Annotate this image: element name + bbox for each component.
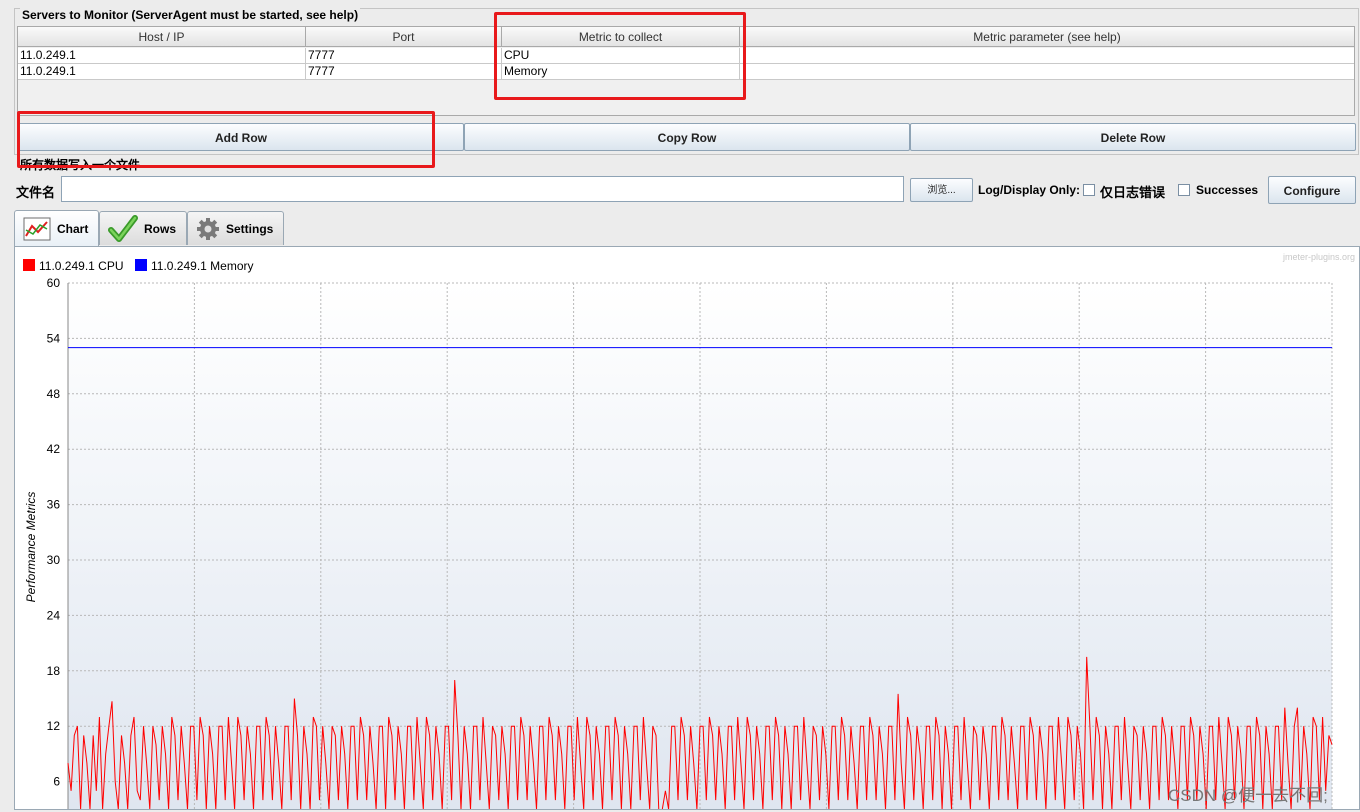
log-display-only-label: Log/Display Only: xyxy=(978,183,1081,197)
filename-input[interactable] xyxy=(61,176,904,202)
errors-only-checkbox[interactable] xyxy=(1083,184,1095,196)
cell-port[interactable]: 7777 xyxy=(306,48,502,63)
cell-metric-parameter[interactable] xyxy=(740,48,1354,63)
cell-host[interactable]: 11.0.249.1 xyxy=(18,64,306,79)
performance-chart: 6 12 18 24 30 36 42 48 54 60 11.0.249.1 CPU 11.0.2… xyxy=(23,252,1355,812)
y-tick-label: 60 xyxy=(47,276,61,290)
filename-label: 文件名 xyxy=(16,185,56,200)
y-axis-label: Performance Metrics xyxy=(24,492,38,603)
delete-row-button[interactable]: Delete Row xyxy=(910,123,1356,151)
column-header-host[interactable]: Host / IP xyxy=(18,27,306,47)
y-tick-label: 36 xyxy=(47,498,61,512)
line-chart-icon xyxy=(23,217,51,240)
copy-row-button[interactable]: Copy Row xyxy=(464,123,910,151)
chart-watermark: jmeter-plugins.org xyxy=(1282,252,1355,262)
csdn-watermark: CSDN @便一去不回; xyxy=(1168,786,1328,805)
browse-button[interactable]: 浏览... xyxy=(910,178,973,202)
y-tick-label: 12 xyxy=(47,719,61,733)
configure-button[interactable]: Configure xyxy=(1268,176,1356,204)
legend-swatch xyxy=(135,259,147,271)
servers-group-title: Servers to Monitor (ServerAgent must be … xyxy=(20,8,361,22)
y-tick-label: 24 xyxy=(47,608,61,622)
legend-label: 11.0.249.1 Memory xyxy=(151,259,254,273)
tab-chart[interactable]: Chart xyxy=(14,210,99,246)
tab-settings-label: Settings xyxy=(226,221,274,236)
legend-label: 11.0.249.1 CPU xyxy=(39,259,124,273)
tab-rows-label: Rows xyxy=(144,221,177,236)
metric-highlight-box xyxy=(494,12,746,100)
y-tick-label: 54 xyxy=(47,331,61,345)
tab-rows[interactable]: Rows xyxy=(99,211,187,245)
tab-settings[interactable]: Settings xyxy=(187,211,284,245)
errors-only-label: 仅日志错误 xyxy=(1100,185,1166,200)
cell-metric-parameter[interactable] xyxy=(740,64,1354,79)
successes-label: Successes xyxy=(1196,183,1259,197)
chart-panel: 6 12 18 24 30 36 42 48 54 60 11.0.249.1 CPU 11.0.2… xyxy=(14,246,1360,812)
cell-port[interactable]: 7777 xyxy=(306,64,502,79)
y-tick-label: 42 xyxy=(47,442,61,456)
y-tick-label: 30 xyxy=(47,553,61,567)
legend-swatch xyxy=(23,259,35,271)
y-tick-label: 6 xyxy=(53,775,60,789)
y-tick-label: 48 xyxy=(47,387,61,401)
add-row-highlight-box xyxy=(17,111,435,168)
successes-checkbox[interactable] xyxy=(1178,184,1190,196)
tab-chart-label: Chart xyxy=(57,221,89,236)
column-header-metric-parameter[interactable]: Metric parameter (see help) xyxy=(740,27,1354,47)
column-header-port[interactable]: Port xyxy=(306,27,502,47)
gear-icon xyxy=(197,217,219,240)
cell-host[interactable]: 11.0.249.1 xyxy=(18,48,306,63)
checkmark-icon xyxy=(108,214,138,242)
y-tick-label: 18 xyxy=(47,664,61,678)
